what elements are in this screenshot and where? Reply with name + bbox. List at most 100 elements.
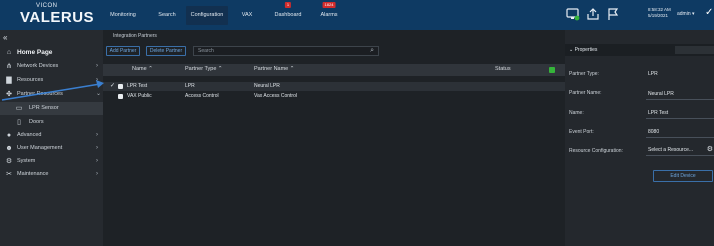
chevron-right-icon: › (96, 132, 98, 138)
search-icon[interactable]: ⌕ (370, 47, 374, 55)
name-field[interactable]: LPR Test (648, 110, 668, 116)
column-label: Status (495, 66, 511, 72)
field-underline (646, 137, 714, 138)
edit-device-button[interactable]: Edit Device (653, 170, 713, 182)
sidebar-item-label: Network Devices (17, 63, 59, 69)
sidebar-item-lpr-sensor[interactable]: ▭ LPR Sensor (0, 102, 103, 115)
column-header-name[interactable]: Name ⌃ (132, 66, 153, 72)
chevron-right-icon: › (96, 171, 98, 177)
resource-select[interactable]: Select a Resource... ⚙ (646, 146, 714, 156)
lpr-sensor-icon: ▭ (15, 105, 23, 112)
field-underline (646, 99, 714, 100)
cell-partner-name: Neural LPR (254, 83, 280, 89)
chevron-right-icon: › (96, 145, 98, 151)
sort-icon: ⌃ (289, 66, 295, 72)
gear-icon: ⚙ (5, 158, 13, 165)
table-row[interactable]: VAX Public Access Control Vax Access Con… (103, 92, 565, 101)
tab-configuration[interactable]: Configuration (186, 6, 228, 25)
add-partner-button[interactable]: Add Partner (106, 46, 140, 56)
sidebar-item-maintenance[interactable]: ✂ Maintenance › (0, 168, 103, 181)
gear-icon[interactable]: ⚙ (707, 145, 713, 153)
sidebar-item-network-devices[interactable]: ⋔ Network Devices › (0, 60, 103, 73)
column-label: Partner Name (254, 66, 289, 72)
properties-panel: ⌄ Properties Partner Type: LPR Partner N… (565, 30, 714, 246)
user-name: admin (677, 11, 691, 17)
tab-dashboard[interactable]: 1 Dashboard (268, 2, 308, 25)
sidebar: « ⌂ Home Page ⋔ Network Devices › ▇ Reso… (0, 30, 103, 246)
tab-dashboard-label: Dashboard (274, 12, 302, 18)
tab-monitoring[interactable]: Monitoring (104, 6, 142, 25)
chevron-right-icon: › (96, 63, 98, 69)
export-icon[interactable] (586, 7, 600, 21)
cell-partner-type: LPR (185, 83, 195, 89)
vicon-valerus-logo: VICON VALERUS (0, 0, 96, 30)
home-icon: ⌂ (6, 49, 12, 56)
properties-header[interactable]: ⌄ Properties (565, 44, 714, 56)
sidebar-item-label: Resources (17, 77, 44, 83)
sidebar-item-advanced[interactable]: ● Advanced › (0, 129, 103, 142)
properties-title: ⌄ Properties (569, 47, 597, 53)
monitor-icon[interactable] (566, 7, 580, 21)
network-icon: ⋔ (6, 63, 12, 70)
tab-monitoring-label: Monitoring (110, 12, 136, 18)
event-port-label: Event Port: (569, 129, 594, 135)
dashboard-badge: 1 (284, 2, 292, 8)
sidebar-item-resources[interactable]: ▇ Resources › (0, 74, 103, 87)
delete-partner-button[interactable]: Delete Partner (146, 46, 186, 56)
tab-vax-label: VAX (241, 12, 253, 18)
partner-type-value: LPR (648, 71, 658, 77)
table-row[interactable]: ✓ LPR Test LPR Neural LPR (103, 82, 565, 91)
search-placeholder: Search (198, 48, 214, 54)
breadcrumb: Integration Partners (113, 33, 157, 39)
tab-alarms[interactable]: 1824 Alarms (313, 2, 345, 25)
sidebar-item-label: LPR Sensor (29, 105, 59, 111)
checkmark-icon[interactable]: ✓ (705, 7, 713, 18)
column-label: Name (132, 66, 147, 72)
sidebar-item-label: Advanced (17, 132, 42, 138)
tab-alarms-label: Alarms (320, 12, 338, 18)
toolbar: Add Partner Delete Partner Search ⌕ (103, 44, 565, 58)
door-icon: ▯ (17, 119, 21, 126)
tab-search-label: Search (158, 12, 176, 18)
chevron-right-icon: › (96, 77, 98, 83)
chevron-down-icon: ▾ (692, 11, 695, 17)
properties-header-box (675, 46, 714, 54)
top-bar: VICON VALERUS Monitoring Search Configur… (0, 0, 714, 30)
sidebar-item-label: Doors (29, 119, 44, 125)
user-icon: ☻ (5, 145, 13, 152)
partner-name-field[interactable]: Neural LPR (648, 91, 674, 97)
resource-configuration-label: Resource Configuration: (569, 148, 623, 154)
user-menu[interactable]: admin ▾ (677, 11, 695, 17)
status-indicator (549, 67, 555, 73)
sidebar-item-user-management[interactable]: ☻ User Management › (0, 142, 103, 155)
event-port-field[interactable]: 8080 (648, 129, 659, 135)
advanced-icon: ● (6, 132, 12, 139)
collapse-sidebar-icon[interactable]: « (3, 33, 7, 42)
date-text: 5/19/2021 (648, 13, 669, 18)
chevron-right-icon: › (96, 158, 98, 164)
flag-icon[interactable] (606, 7, 620, 21)
chevron-down-icon: ⌄ (569, 47, 574, 53)
search-input[interactable]: Search ⌕ (193, 46, 379, 56)
sidebar-item-doors[interactable]: ▯ Doors (0, 116, 103, 129)
field-underline (646, 118, 714, 119)
chevron-down-icon: ⌄ (96, 91, 102, 97)
tools-icon: ✂ (6, 171, 12, 178)
cell-name: LPR Test (127, 83, 148, 89)
table-header: Name ⌃ Partner Type ⌃ Partner Name ⌃ Sta… (103, 64, 565, 76)
sidebar-item-home[interactable]: ⌂ Home Page (0, 46, 103, 59)
tab-search[interactable]: Search (150, 6, 184, 25)
column-header-partner-name[interactable]: Partner Name ⌃ (254, 66, 294, 72)
row-checkbox[interactable] (118, 84, 123, 89)
column-header-status[interactable]: Status (495, 66, 511, 72)
alarms-badge: 1824 (322, 2, 336, 8)
column-header-partner-type[interactable]: Partner Type ⌃ (185, 66, 223, 72)
row-checkbox[interactable] (118, 94, 123, 99)
properties-title-text: Properties (574, 47, 598, 53)
sidebar-item-partner-resources[interactable]: ✤ Partner Resources ⌄ (0, 88, 103, 101)
tab-vax[interactable]: VAX (232, 6, 262, 25)
sidebar-item-system[interactable]: ⚙ System › (0, 155, 103, 168)
column-label: Partner Type (185, 66, 217, 72)
sort-icon: ⌃ (217, 66, 223, 72)
tab-configuration-label: Configuration (190, 12, 224, 18)
